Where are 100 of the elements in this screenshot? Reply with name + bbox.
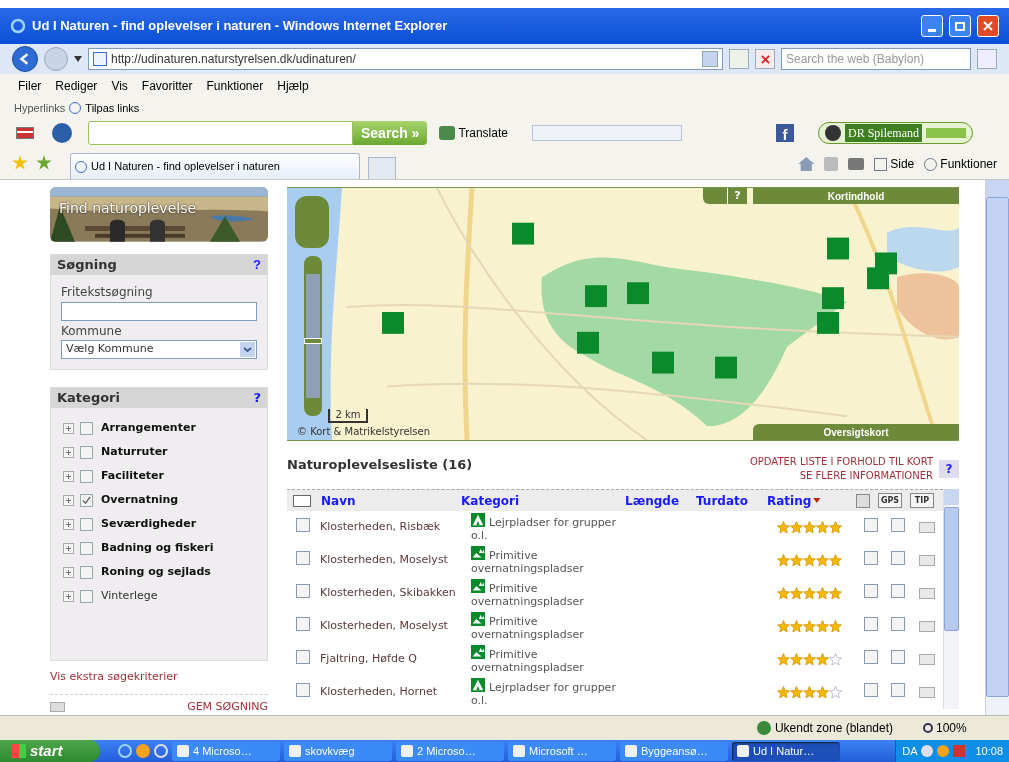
column-header[interactable]: Længde — [625, 491, 696, 510]
checkbox[interactable] — [80, 470, 93, 484]
help-link[interactable]: ? — [253, 387, 261, 408]
checkbox[interactable] — [891, 617, 905, 631]
stop-icon[interactable] — [755, 49, 775, 69]
tray-icon[interactable] — [921, 745, 934, 757]
table-row[interactable]: Fjaltring, Høfde Q Primitive overnatningspladser — [287, 643, 943, 676]
expand-icon[interactable] — [63, 423, 74, 435]
url-input[interactable]: http://udinaturen.naturstyrelsen.dk/udinaturen/ — [111, 50, 698, 68]
checkbox[interactable] — [80, 422, 93, 436]
command-button[interactable]: Side — [874, 155, 915, 173]
checkbox[interactable] — [80, 518, 93, 532]
translate-button[interactable]: Translate — [435, 122, 512, 144]
checkbox[interactable] — [864, 518, 878, 532]
caret-icon[interactable] — [74, 56, 82, 62]
category-label[interactable]: Vinterlege — [101, 588, 158, 605]
category-label[interactable]: Seværdigheder — [101, 516, 197, 533]
save-search-link[interactable]: GEM SØGNING — [187, 698, 268, 715]
category-label[interactable]: Faciliteter — [101, 468, 164, 485]
flag-icon[interactable] — [16, 127, 34, 139]
checkbox[interactable] — [891, 518, 905, 532]
new-tab-button[interactable] — [368, 157, 396, 179]
map[interactable]: ? Kortindhold Oversigtskort 2 km © Kort & Matrikelstyrelsen — [287, 187, 959, 441]
menu-item[interactable]: Rediger — [55, 77, 98, 95]
checkbox[interactable] — [864, 650, 878, 664]
home-icon[interactable] — [798, 157, 815, 171]
column-header[interactable]: Rating — [767, 491, 852, 510]
menu-item[interactable]: Hjælp — [277, 77, 309, 95]
checkbox[interactable] — [864, 617, 878, 631]
help-button[interactable]: ? — [939, 460, 959, 478]
table-row[interactable]: Klosterheden, Risbæk Lejrpladser for grupper o.l. — [287, 511, 943, 544]
tray-icon[interactable] — [937, 745, 950, 757]
category-label[interactable]: Badning og fiskeri — [101, 540, 214, 557]
minimize-icon[interactable] — [921, 15, 943, 37]
category-label[interactable]: Arrangementer — [101, 420, 196, 437]
expand-icon[interactable] — [63, 447, 74, 459]
overview-map-bar[interactable]: Oversigtskort — [753, 424, 959, 440]
category-label[interactable]: Naturruter — [101, 444, 168, 461]
menu-item[interactable]: Favoritter — [141, 77, 193, 95]
menu-item[interactable]: Filer — [18, 77, 42, 95]
link[interactable]: Tilpas links — [85, 99, 140, 117]
checkbox[interactable] — [891, 584, 905, 598]
browser-tab[interactable]: Ud I Naturen - find oplevelser i naturen — [70, 153, 360, 179]
close-icon[interactable] — [977, 15, 999, 37]
taskbar-button[interactable]: Ud I Natur… — [732, 741, 840, 761]
dropdown-icon[interactable] — [702, 51, 718, 67]
checkbox[interactable] — [864, 683, 878, 697]
expand-icon[interactable] — [63, 519, 74, 531]
address-field[interactable]: http://udinaturen.naturstyrelsen.dk/udinaturen/ — [88, 48, 723, 70]
back-button[interactable] — [12, 46, 38, 72]
more-info-link[interactable]: SE FLERE INFORMATIONER — [799, 469, 933, 483]
expand-icon[interactable] — [63, 591, 74, 603]
toolbar-search-field[interactable] — [88, 121, 353, 145]
table-row[interactable]: Klosterheden, Hornet Lejrpladser for grupper o.l. — [287, 676, 943, 709]
pan-control[interactable] — [295, 196, 329, 248]
start-button[interactable]: start — [0, 740, 100, 762]
help-link[interactable]: ? — [253, 254, 261, 275]
mini-scrollbar[interactable] — [531, 125, 682, 141]
checkbox[interactable] — [80, 566, 93, 580]
help-button[interactable]: ? — [727, 188, 747, 204]
expand-icon[interactable] — [63, 495, 74, 507]
checkbox[interactable] — [80, 446, 93, 460]
menu-item[interactable]: Vis — [111, 77, 128, 95]
column-header[interactable]: Navn — [321, 491, 461, 510]
radio-player[interactable]: DR Spilemand — [818, 122, 973, 144]
maximize-icon[interactable] — [949, 15, 971, 37]
checkbox[interactable] — [80, 494, 93, 508]
checkbox[interactable] — [80, 542, 93, 556]
table-row[interactable]: Klosterheden, Moselyst Primitive overnatningspladser — [287, 544, 943, 577]
free-text-field[interactable] — [61, 301, 257, 321]
facebook-icon[interactable]: f — [776, 124, 794, 142]
checkbox[interactable] — [296, 584, 310, 598]
expand-icon[interactable] — [63, 471, 74, 483]
checkbox[interactable] — [891, 650, 905, 664]
checkbox[interactable] — [864, 551, 878, 565]
column-header[interactable]: Kategori — [461, 491, 625, 510]
expand-icon[interactable] — [63, 543, 74, 555]
map-content-bar[interactable]: Kortindhold — [753, 188, 959, 204]
update-list-link[interactable]: OPDATER LISTE I FORHOLD TIL KORT — [749, 455, 933, 469]
table-row[interactable]: Klosterheden, Moselyst Primitive overnatningspladser — [287, 610, 943, 643]
web-search-field[interactable]: Search the web (Babylon) — [781, 48, 971, 70]
menu-item[interactable]: Funktioner — [206, 77, 264, 95]
table-row[interactable]: Klosterheden, Skibakken Primitive overnatningspladser — [287, 577, 943, 610]
checkbox[interactable] — [296, 683, 310, 697]
page-scrollbar[interactable] — [985, 180, 1009, 715]
checkbox[interactable] — [891, 683, 905, 697]
command-button[interactable]: Funktioner — [924, 155, 997, 173]
tray-icon[interactable] — [953, 745, 966, 757]
forward-button[interactable] — [44, 47, 68, 71]
extra-criteria-link[interactable]: Vis ekstra søgekriterier — [50, 669, 268, 686]
checkbox[interactable] — [296, 617, 310, 631]
checkbox[interactable] — [296, 551, 310, 565]
zoom-button[interactable]: 100% — [923, 719, 993, 737]
expand-icon[interactable] — [63, 567, 74, 579]
municipality-dropdown[interactable]: Vælg Kommune — [61, 339, 257, 359]
column-header[interactable]: Turdato — [696, 491, 767, 510]
zoom-slider-thumb[interactable] — [304, 337, 322, 344]
list-scrollbar[interactable] — [943, 489, 959, 709]
checkbox[interactable] — [80, 590, 93, 604]
checkbox[interactable] — [864, 584, 878, 598]
